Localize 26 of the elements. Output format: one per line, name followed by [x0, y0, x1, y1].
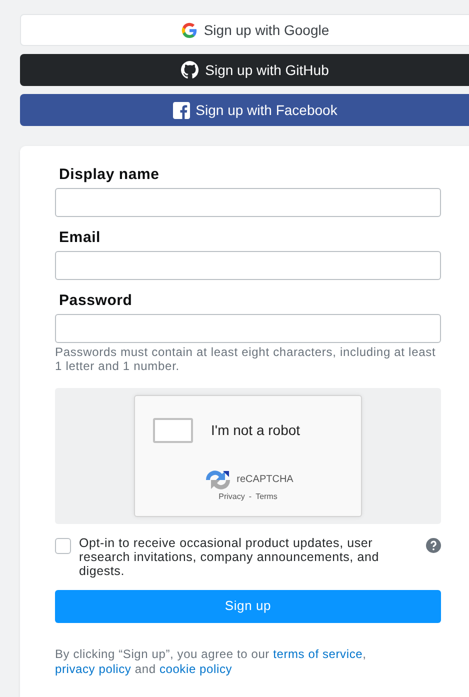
captcha-checkbox[interactable]	[153, 418, 193, 443]
password-hint: Passwords must contain at least eight characters, including at least 1 letter and 1 number.	[55, 346, 437, 374]
input-field[interactable]	[55, 314, 441, 343]
opt-in-label: Opt-in to receive occasional product updates, user research invitations, company announcements, and digests.	[79, 536, 379, 579]
field-label: Display name	[59, 166, 160, 184]
recaptcha-brand: reCAPTCHA	[236, 473, 294, 488]
policy-link[interactable]: terms of service	[273, 646, 363, 661]
captcha-label: I'm not a robot	[211, 420, 300, 440]
policy-link[interactable]: cookie policy	[159, 662, 232, 676]
captcha-link[interactable]: Privacy	[218, 490, 245, 503]
facebook-logo-icon	[172, 102, 190, 118]
google-logo-icon	[180, 22, 198, 38]
separator: -	[248, 490, 252, 503]
input-field[interactable]	[55, 251, 441, 280]
captcha-link[interactable]: Terms	[256, 490, 278, 503]
sign-up-with-facebook-button[interactable]: Sign up with Facebook	[20, 94, 469, 126]
input-field[interactable]	[55, 188, 441, 217]
sign-up-with-github-button[interactable]: Sign up with GitHub	[20, 54, 469, 86]
octocat-icon	[181, 61, 200, 79]
terms-notice: By clicking “Sign up”, you agree to our terms of service, privacy policy and cookie policy	[55, 646, 368, 677]
sign-up-with-google-button[interactable]: Sign up with Google	[20, 14, 469, 46]
field-label: Password	[59, 292, 134, 310]
opt-in-checkbox[interactable]	[55, 538, 71, 554]
field-label: Email	[59, 229, 102, 247]
help-icon[interactable]	[426, 538, 441, 553]
policy-link[interactable]: privacy policy	[55, 662, 132, 676]
